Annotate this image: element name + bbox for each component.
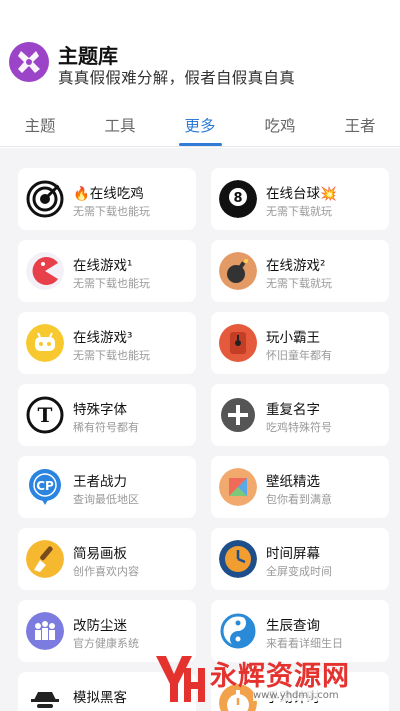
svg-text:8: 8 (233, 191, 242, 206)
card-online-game-3[interactable]: 在线游戏³ 无需下载也能玩 (18, 312, 196, 374)
card-subtitle: 全屏变成时间 (266, 565, 332, 578)
app-header: 主题库 真真假假难分解，假者自假真自真 主题 工具 更多 吃鸡 王者 (0, 0, 400, 148)
font-t-icon: T (26, 396, 64, 434)
tab-more[interactable]: 更多 (184, 114, 215, 136)
card-play-xiaobawang[interactable]: 玩小霸王 怀旧童年都有 (211, 312, 389, 374)
card-title: 在线游戏² (266, 258, 326, 274)
card-title: 模拟黑客 (73, 690, 127, 706)
bomb-icon (219, 252, 257, 290)
tab-theme[interactable]: 主题 (24, 114, 55, 136)
card-repeat-name[interactable]: 重复名字 吃鸡特殊符号 (211, 384, 389, 446)
card-title: 在线游戏³ (73, 330, 133, 346)
tab-chicken[interactable]: 吃鸡 (264, 114, 295, 136)
page-title: 主题库 (58, 44, 118, 68)
svg-text:CP: CP (36, 479, 54, 493)
card-title: 生辰查询 (266, 618, 320, 634)
billiard-8-ball-icon: 8 (219, 180, 257, 218)
site-watermark: 永辉资源网 www.yhdm.j.com (150, 650, 400, 711)
card-subtitle: 无需下载就玩 (266, 205, 332, 218)
card-time-screen[interactable]: 时间屏幕 全屏变成时间 (211, 528, 389, 590)
header-divider (0, 146, 400, 147)
watermark-text: 永辉资源网 (210, 661, 350, 692)
watermark-url: www.yhdm.j.com (253, 690, 339, 701)
card-subtitle: 怀旧童年都有 (266, 349, 332, 362)
card-subtitle: 来看看详细生日 (266, 637, 343, 650)
card-title: 壁纸精选 (266, 474, 320, 490)
game-console-icon (219, 324, 257, 362)
card-title: 在线游戏¹ (73, 258, 133, 274)
card-title: 简易画板 (73, 546, 127, 562)
card-king-power[interactable]: CP 王者战力 查询最低地区 (18, 456, 196, 518)
card-subtitle: 无需下载就玩 (266, 277, 332, 290)
hacker-icon (26, 684, 64, 711)
card-wallpaper[interactable]: 壁纸精选 包你看到满意 (211, 456, 389, 518)
robot-icon (26, 324, 64, 362)
paint-brush-icon (26, 540, 64, 578)
card-subtitle: 无需下载也能玩 (73, 205, 150, 218)
card-subtitle: 创作喜欢内容 (73, 565, 139, 578)
card-title: 玩小霸王 (266, 330, 320, 346)
card-online-billiards[interactable]: 8 在线台球💥 无需下载就玩 (211, 168, 389, 230)
app-logo-icon (9, 42, 49, 82)
card-subtitle: 无需下载也能玩 (73, 349, 150, 362)
card-subtitle: 官方健康系统 (73, 637, 139, 650)
card-title: 🔥在线吃鸡 (73, 186, 144, 202)
card-special-font[interactable]: T 特殊字体 稀有符号都有 (18, 384, 196, 446)
card-online-game-1[interactable]: 在线游戏¹ 无需下载也能玩 (18, 240, 196, 302)
svg-text:T: T (38, 403, 53, 427)
pacman-icon (26, 252, 64, 290)
card-title: 特殊字体 (73, 402, 127, 418)
tab-tools[interactable]: 工具 (104, 114, 135, 136)
cp-badge-icon: CP (26, 468, 64, 506)
card-subtitle: 稀有符号都有 (73, 421, 139, 434)
plus-icon (219, 396, 257, 434)
wallpaper-icon (219, 468, 257, 506)
card-title: 改防尘迷 (73, 618, 127, 634)
card-title: 时间屏幕 (266, 546, 320, 562)
card-title: 重复名字 (266, 402, 320, 418)
clock-icon (219, 540, 257, 578)
family-icon (26, 612, 64, 650)
card-drawing-board[interactable]: 简易画板 创作喜欢内容 (18, 528, 196, 590)
page-subtitle: 真真假假难分解，假者自假真自真 (58, 69, 296, 87)
yin-yang-icon (219, 612, 257, 650)
card-subtitle: 无需下载也能玩 (73, 277, 150, 290)
tab-bar: 主题 工具 更多 吃鸡 王者 (0, 104, 400, 146)
card-online-game-2[interactable]: 在线游戏² 无需下载就玩 (211, 240, 389, 302)
card-subtitle: 包你看到满意 (266, 493, 332, 506)
card-online-chicken[interactable]: 🔥在线吃鸡 无需下载也能玩 (18, 168, 196, 230)
target-icon (26, 180, 64, 218)
watermark-logo-icon (154, 652, 206, 706)
tab-king[interactable]: 王者 (344, 114, 375, 136)
card-title: 王者战力 (73, 474, 127, 490)
card-subtitle: 吃鸡特殊符号 (266, 421, 332, 434)
card-subtitle: 查询最低地区 (73, 493, 139, 506)
card-title: 在线台球💥 (266, 186, 337, 202)
